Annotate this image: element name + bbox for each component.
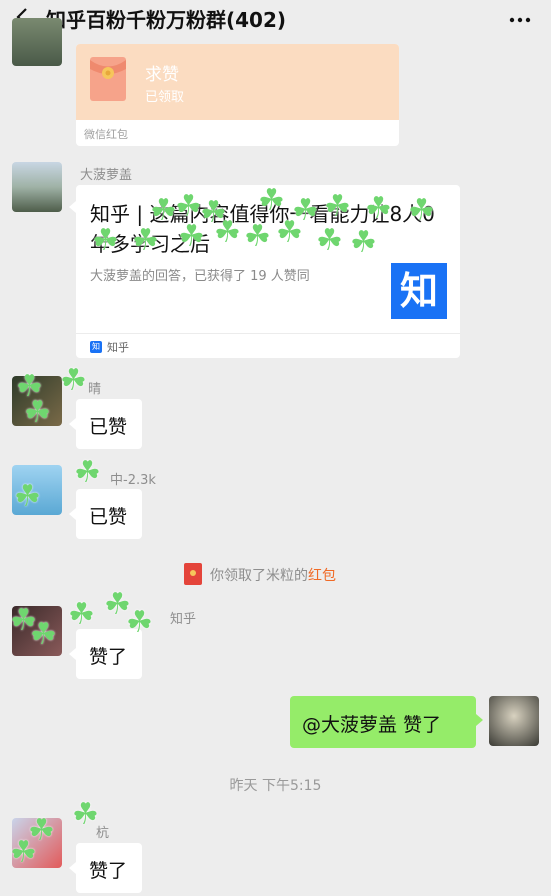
clover-sticker-icon: ☘ xyxy=(150,193,177,228)
red-packet-title: 求赞 xyxy=(145,65,179,85)
red-packet-link[interactable]: 红包 xyxy=(308,568,336,584)
sender-name: 晴 xyxy=(88,382,102,397)
clover-sticker-icon: ☘ xyxy=(92,223,119,258)
red-packet-body: 求赞 已领取 xyxy=(76,44,399,120)
timestamp: 昨天 下午5:15 xyxy=(229,778,322,794)
bubble-tail xyxy=(69,201,76,213)
chat-title: 知乎百粉千粉万粉群(402) xyxy=(46,8,287,32)
my-message-bubble[interactable]: @大菠萝盖 赞了 xyxy=(290,696,476,748)
clover-sticker-icon: ☘ xyxy=(276,215,303,250)
sender-name: 知乎 xyxy=(170,612,197,627)
link-card-description: 大菠萝盖的回答，已获得了 19 人赞同 xyxy=(90,269,310,284)
message-bubble[interactable]: 已赞 xyxy=(76,399,142,449)
bubble-tail xyxy=(69,418,76,430)
avatar[interactable] xyxy=(12,18,62,66)
clover-sticker-icon: ☘ xyxy=(316,223,343,258)
bubble-tail xyxy=(476,714,483,726)
red-envelope-small-icon xyxy=(184,563,202,585)
clover-sticker-icon: ☘ xyxy=(258,183,285,218)
system-notice-text: 你领取了米粒的 xyxy=(210,568,308,584)
clover-sticker-icon: ☘ xyxy=(14,479,41,514)
more-dots-icon[interactable] xyxy=(505,7,535,27)
red-packet-footer: 微信红包 xyxy=(84,128,128,141)
message-bubble[interactable]: 已赞 xyxy=(76,489,142,539)
clover-sticker-icon: ☘ xyxy=(30,617,57,652)
clover-sticker-icon: ☘ xyxy=(350,225,377,260)
clover-sticker-icon: ☘ xyxy=(365,191,392,226)
zhihu-small-icon: 知 xyxy=(90,341,102,353)
message-text: @大菠萝盖 赞了 xyxy=(302,714,442,736)
clover-sticker-icon: ☘ xyxy=(175,189,202,224)
message-text: 已赞 xyxy=(89,416,128,438)
message-text: 赞了 xyxy=(89,860,128,882)
bubble-tail xyxy=(69,508,76,520)
clover-sticker-icon: ☘ xyxy=(60,363,87,398)
clover-sticker-icon: ☘ xyxy=(74,455,101,490)
clover-sticker-icon: ☘ xyxy=(72,797,99,832)
red-packet-status: 已领取 xyxy=(145,90,185,105)
clover-sticker-icon: ☘ xyxy=(178,219,205,254)
clover-sticker-icon: ☘ xyxy=(132,223,159,258)
message-bubble[interactable]: 赞了 xyxy=(76,843,142,893)
clover-sticker-icon: ☘ xyxy=(24,395,51,430)
clover-sticker-icon: ☘ xyxy=(126,605,153,640)
clover-sticker-icon: ☘ xyxy=(244,219,271,254)
clover-sticker-icon: ☘ xyxy=(408,193,435,228)
avatar[interactable] xyxy=(12,162,62,212)
clover-sticker-icon: ☘ xyxy=(68,597,95,632)
red-packet-card[interactable]: 求赞 已领取 微信红包 xyxy=(76,44,399,146)
message-text: 赞了 xyxy=(89,646,128,668)
sender-name: 大菠萝盖 xyxy=(80,168,133,183)
clover-sticker-icon: ☘ xyxy=(214,215,241,250)
red-envelope-icon xyxy=(90,57,126,101)
divider xyxy=(76,333,460,334)
bubble-tail xyxy=(69,648,76,660)
title-bar: 知乎百粉千粉万粉群(402) xyxy=(0,0,551,36)
clover-sticker-icon: ☘ xyxy=(324,189,351,224)
bubble-tail xyxy=(69,862,76,874)
zhihu-logo-icon: 知 xyxy=(391,263,447,319)
sender-name: 中-2.3k xyxy=(110,473,156,488)
system-notice: 你领取了米粒的红包 xyxy=(210,565,336,585)
message-text: 已赞 xyxy=(89,506,128,528)
my-avatar[interactable] xyxy=(489,696,539,746)
link-card-source: 知乎 xyxy=(107,341,129,354)
clover-sticker-icon: ☘ xyxy=(10,835,37,870)
